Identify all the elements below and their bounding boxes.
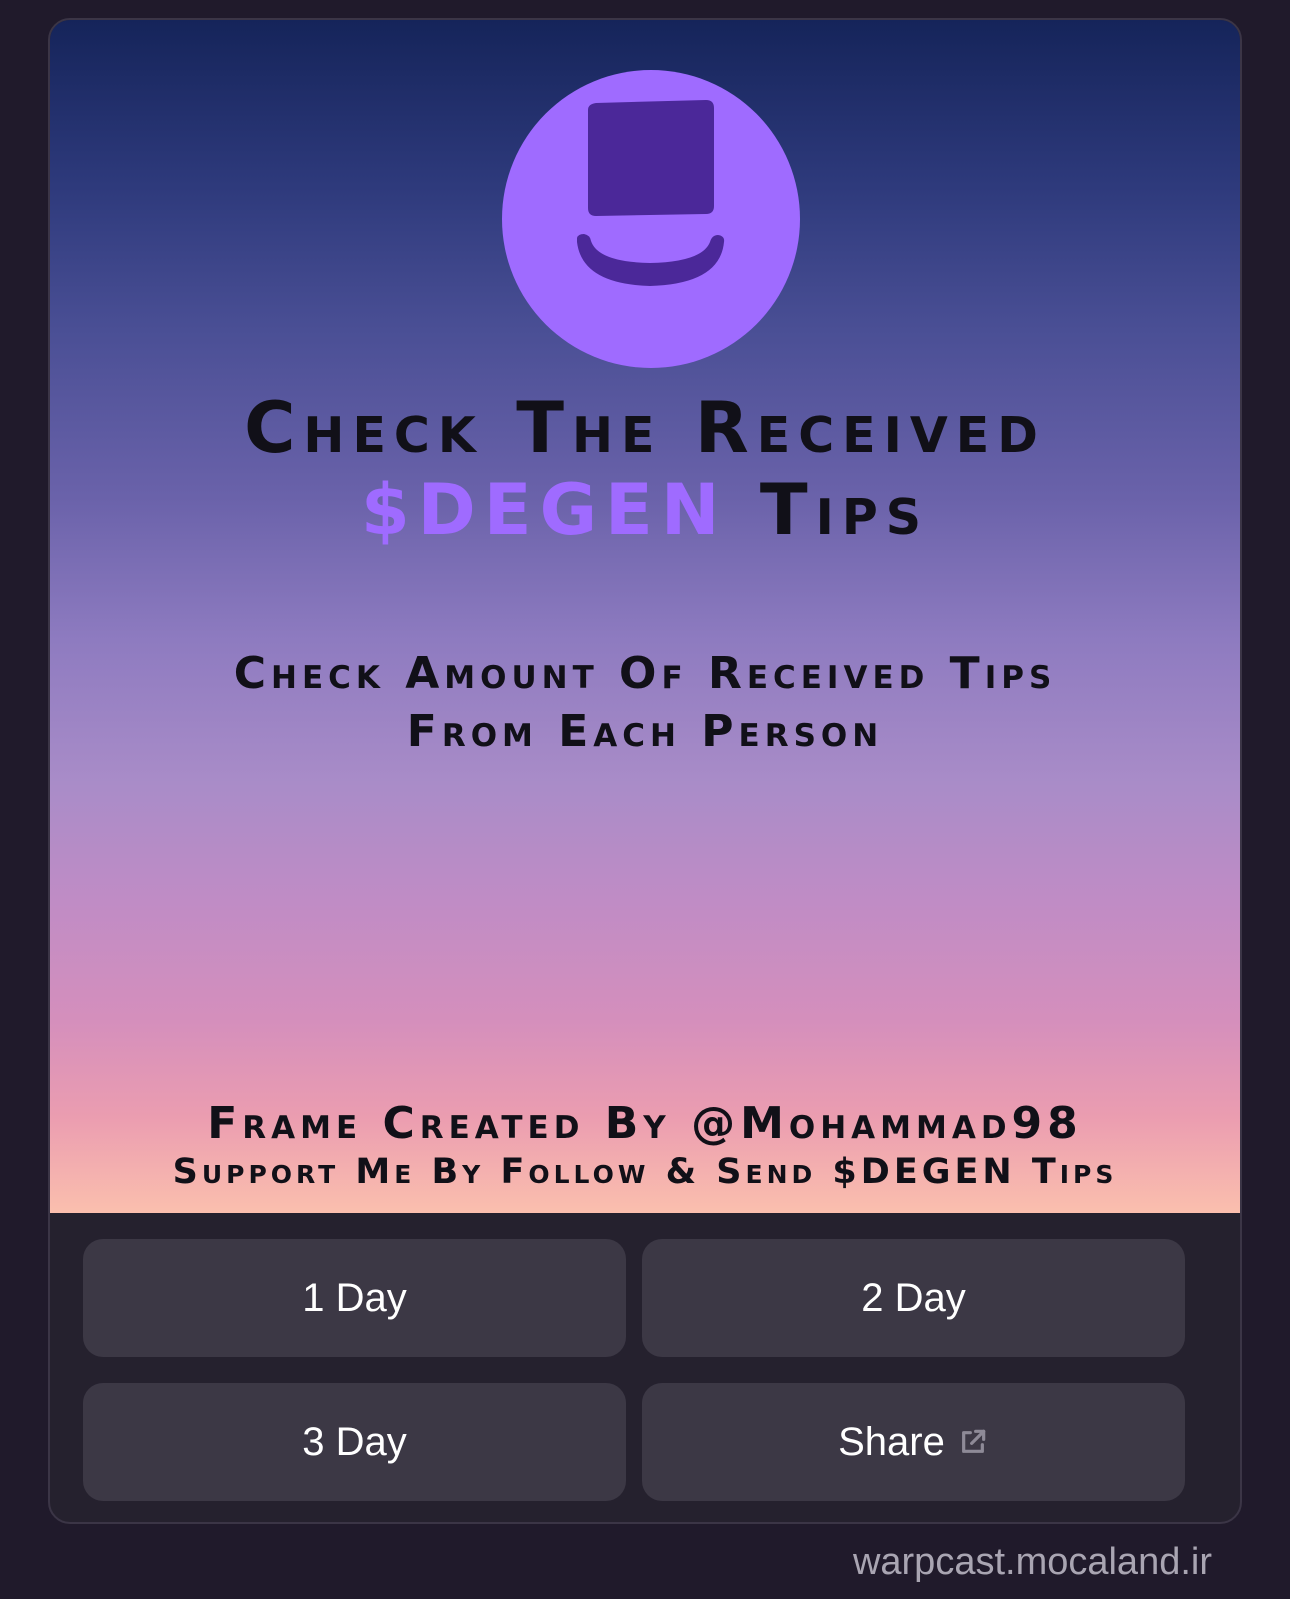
external-link-icon <box>961 1429 986 1453</box>
frame-subtitle: Check Amount Of Received Tips <box>233 648 1057 699</box>
frame-support-note: Support Me By Follow & Send $DEGEN Tips <box>172 1152 1118 1192</box>
two-day-button[interactable]: 2 Day <box>642 1239 1185 1357</box>
one-day-button[interactable]: 1 Day <box>83 1239 626 1357</box>
degen-logo <box>502 70 800 368</box>
frame-credit: Frame Created By @Mohammad98 <box>207 1098 1083 1149</box>
top-hat-icon <box>577 100 725 286</box>
frame-title: Check The Received <box>244 387 1046 469</box>
three-day-button[interactable]: 3 Day <box>83 1383 626 1501</box>
share-button[interactable]: Share <box>642 1383 1185 1501</box>
frame-domain[interactable]: warpcast.mocaland.ir <box>853 1540 1212 1584</box>
frame-buttons: 1 Day 2 Day 3 Day Share <box>50 1213 1240 1522</box>
frame-title-suffix: Tips <box>727 469 930 551</box>
button-label: 2 Day <box>861 1275 966 1320</box>
frame-image[interactable]: Check The Received $DEGEN Tips Check Amo… <box>50 20 1240 1213</box>
button-label: 3 Day <box>302 1419 407 1464</box>
button-label: 1 Day <box>302 1275 407 1320</box>
frame-subtitle-line2: From Each Person <box>406 706 884 757</box>
button-label: Share <box>838 1419 945 1464</box>
degen-token-label: $DEGEN <box>360 469 728 551</box>
frame-title-line2: $DEGEN Tips <box>50 470 1240 550</box>
frame-card: Check The Received $DEGEN Tips Check Amo… <box>48 18 1242 1524</box>
